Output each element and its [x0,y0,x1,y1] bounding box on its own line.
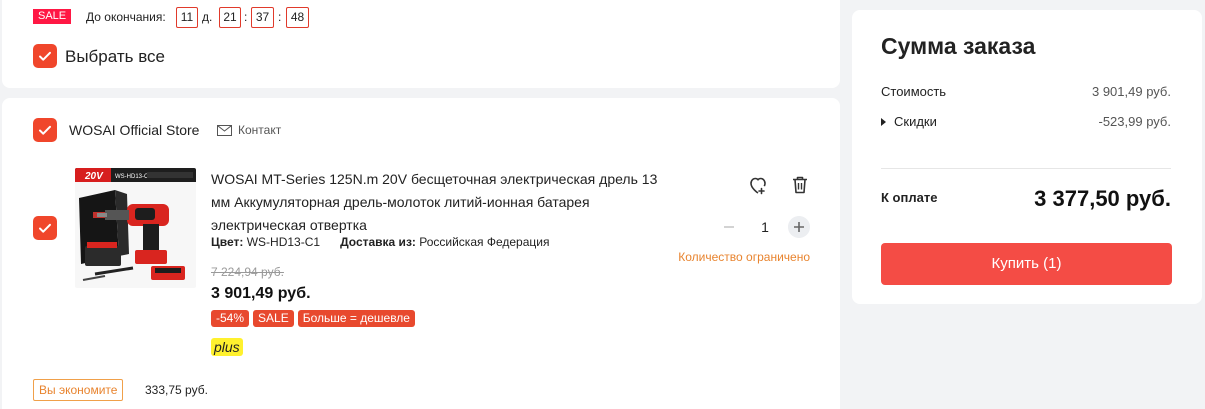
cost-value: 3 901,49 руб. [1091,84,1171,99]
discounts-value: -523,99 руб. [1098,114,1172,129]
heart-add-icon[interactable] [747,174,769,196]
bulk-discount-badge: Больше = дешевле [297,310,415,327]
product-properties: Цвет: WS-HD13-C1 Доставка из: Российская… [211,234,549,250]
product-checkbox[interactable] [33,216,57,240]
contact-link[interactable]: Контакт [217,122,281,138]
color-label: Цвет: [211,235,244,249]
store-checkbox[interactable] [33,118,57,142]
current-price: 3 901,49 руб. [211,285,311,302]
buy-button[interactable]: Купить (1) [881,243,1172,285]
quantity-value[interactable]: 1 [750,218,780,236]
price-badges: -54% SALE Больше = дешевле [211,310,415,327]
color-value: WS-HD13-C1 [246,235,321,249]
select-all-checkbox[interactable] [33,44,57,68]
countdown-days-suffix: д. [202,10,213,24]
savings-value: 333,75 руб. [145,383,208,397]
select-all-label[interactable]: Выбрать все [65,47,165,67]
discounts-label: Скидки [894,114,937,129]
plus-badge: plus [211,338,243,356]
store-name[interactable]: WOSAI Official Store [69,121,199,139]
cost-label: Стоимость [881,84,947,99]
countdown-days: 11 [176,7,198,28]
countdown-hours: 21 [219,7,241,28]
pay-label: К оплате [881,190,938,205]
savings-badge: Вы экономите [33,379,124,401]
countdown-minutes: 37 [251,7,274,28]
delivery-value: Российская Федерация [419,235,550,249]
image-model-text: WS-HD13-C1 [115,174,152,180]
caret-right-icon [881,117,886,126]
old-price: 7 224,94 руб. [211,265,284,279]
drill-product-picture: 20V WS-HD13-C1 [75,168,196,288]
limited-quantity-text: Количество ограничено [678,250,810,264]
pay-total: 3 377,50 руб. [1034,186,1171,211]
plus-icon[interactable] [788,216,810,238]
check-icon [39,125,51,135]
delivery-label: Доставка из: [340,235,416,249]
product-title[interactable]: WOSAI MT-Series 125N.m 20V бесщеточная э… [211,168,661,237]
discounts-toggle[interactable]: Скидки [881,114,937,130]
order-summary-card: Сумма заказа Стоимость 3 901,49 руб. Ски… [852,10,1202,304]
sale-badge: SALE [33,9,72,24]
countdown-separator: : [244,10,248,24]
countdown-separator: : [278,10,282,24]
contact-label: Контакт [238,123,282,137]
countdown-card: SALE До окончания: 11 д. 21 : 37 : 48 Вы… [2,0,840,88]
minus-icon[interactable] [718,216,740,238]
trash-icon[interactable] [789,174,811,196]
countdown-seconds: 48 [286,7,309,28]
discount-badge: -54% [211,310,250,327]
store-card: WOSAI Official Store Контакт 20V WS-HD13… [2,98,840,409]
mail-icon [217,124,232,136]
product-image[interactable]: 20V WS-HD13-C1 [75,168,196,288]
check-icon [39,223,51,233]
summary-divider [881,168,1171,169]
sale-badge: SALE [253,310,294,327]
image-brand-text: 20V [84,171,104,182]
check-icon [39,51,51,61]
countdown-label: До окончания: [86,10,166,24]
summary-title: Сумма заказа [881,33,1036,59]
